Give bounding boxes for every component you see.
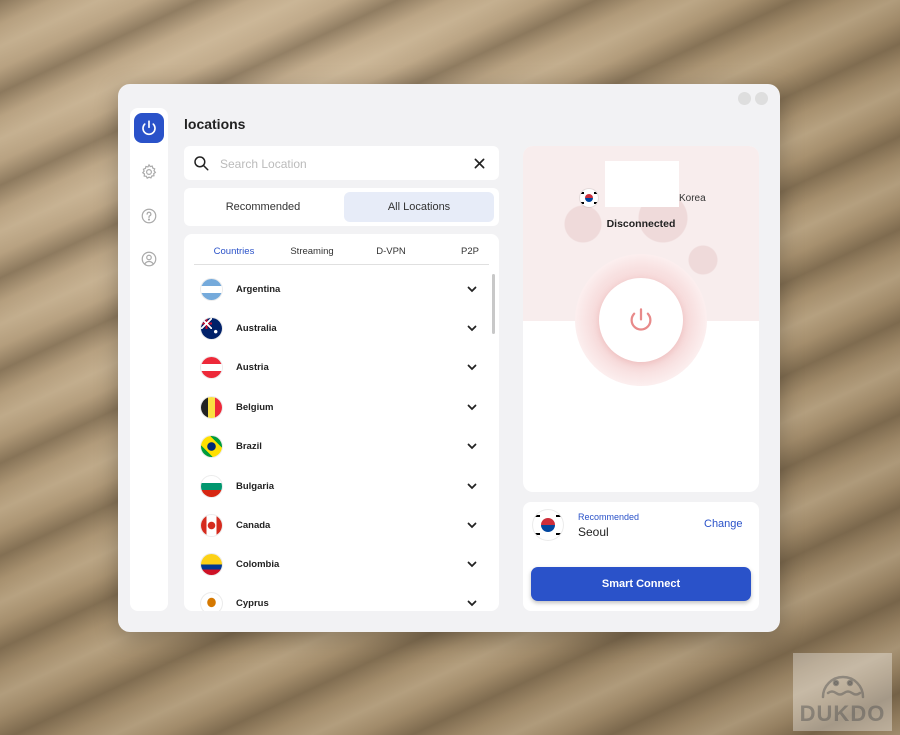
country-name: Colombia bbox=[236, 559, 280, 570]
chevron-down-icon[interactable] bbox=[466, 558, 478, 570]
close-window-button[interactable] bbox=[755, 92, 768, 105]
power-button-glow bbox=[575, 254, 707, 386]
sidebar bbox=[130, 108, 168, 611]
account-icon[interactable] bbox=[134, 244, 164, 274]
help-icon[interactable] bbox=[134, 201, 164, 231]
tab-d-vpn[interactable]: D-VPN bbox=[356, 246, 426, 257]
watermark-text: DUKDO bbox=[799, 701, 886, 726]
korea-flag-icon bbox=[533, 510, 563, 540]
chevron-down-icon[interactable] bbox=[466, 440, 478, 452]
country-name: Belgium bbox=[236, 402, 274, 413]
country-name: Bulgaria bbox=[236, 481, 275, 492]
tab-p2p[interactable]: P2P bbox=[435, 246, 499, 257]
tab-recommended[interactable]: Recommended bbox=[188, 192, 338, 222]
list-scrollbar[interactable] bbox=[492, 274, 495, 334]
chevron-down-icon[interactable] bbox=[466, 401, 478, 413]
close-icon[interactable] bbox=[474, 158, 485, 169]
recommended-label: Recommended bbox=[578, 512, 640, 522]
redacted-ip bbox=[605, 161, 679, 207]
connection-status: Disconnected bbox=[606, 218, 676, 230]
austria-flag-icon bbox=[201, 357, 222, 378]
cyprus-flag-icon bbox=[201, 593, 222, 611]
country-row-argentina[interactable]: Argentina bbox=[184, 272, 484, 308]
country-name: Brazil bbox=[236, 441, 262, 452]
search-box bbox=[184, 146, 499, 180]
vpn-app-window: locations Recommended All Locations Coun… bbox=[118, 84, 780, 632]
power-icon[interactable] bbox=[134, 113, 164, 143]
colombia-flag-icon bbox=[201, 554, 222, 575]
connection-status-card: Korea Disconnected bbox=[523, 146, 759, 492]
korea-flag-icon bbox=[580, 189, 598, 207]
tab-all-locations[interactable]: All Locations bbox=[344, 192, 494, 222]
location-list-panel: Countries Streaming D-VPN P2P Argentina … bbox=[184, 234, 499, 611]
belgium-flag-icon bbox=[201, 397, 222, 418]
country-row-colombia[interactable]: Colombia bbox=[184, 547, 484, 583]
chevron-down-icon[interactable] bbox=[466, 361, 478, 373]
country-row-bulgaria[interactable]: Bulgaria bbox=[184, 469, 484, 505]
page-title: locations bbox=[184, 116, 246, 132]
country-name: Australia bbox=[236, 323, 277, 334]
current-location: Korea bbox=[679, 193, 706, 204]
gear-icon[interactable] bbox=[134, 157, 164, 187]
chevron-down-icon[interactable] bbox=[466, 283, 478, 295]
argentina-flag-icon bbox=[201, 279, 222, 300]
chevron-down-icon[interactable] bbox=[466, 322, 478, 334]
watermark-logo: DUKDO bbox=[793, 653, 892, 731]
minimize-button[interactable] bbox=[738, 92, 751, 105]
tab-streaming[interactable]: Streaming bbox=[277, 246, 347, 257]
canada-flag-icon bbox=[201, 515, 222, 536]
search-icon bbox=[194, 156, 209, 171]
country-name: Cyprus bbox=[236, 598, 269, 609]
power-icon bbox=[630, 308, 652, 331]
country-name: Canada bbox=[236, 520, 271, 531]
country-name: Austria bbox=[236, 362, 269, 373]
category-tabs: Countries Streaming D-VPN P2P bbox=[194, 242, 489, 265]
brazil-flag-icon bbox=[201, 436, 222, 457]
country-name: Argentina bbox=[236, 284, 281, 295]
country-row-belgium[interactable]: Belgium bbox=[184, 390, 484, 426]
bulgaria-flag-icon bbox=[201, 476, 222, 497]
location-mode-toggle: Recommended All Locations bbox=[184, 188, 499, 226]
chevron-down-icon[interactable] bbox=[466, 519, 478, 531]
change-location-link[interactable]: Change bbox=[704, 518, 743, 530]
chevron-down-icon[interactable] bbox=[466, 597, 478, 609]
chevron-down-icon[interactable] bbox=[466, 480, 478, 492]
country-row-brazil[interactable]: Brazil bbox=[184, 429, 484, 465]
recommended-server-card: Recommended Seoul Change Smart Connect bbox=[523, 502, 759, 611]
smart-connect-button[interactable]: Smart Connect bbox=[531, 567, 751, 601]
country-row-canada[interactable]: Canada bbox=[184, 508, 484, 544]
australia-flag-icon bbox=[201, 318, 222, 339]
tab-countries[interactable]: Countries bbox=[199, 246, 269, 257]
country-row-austria[interactable]: Austria bbox=[184, 350, 484, 386]
country-row-cyprus[interactable]: Cyprus bbox=[184, 586, 484, 611]
recommended-city: Seoul bbox=[578, 525, 609, 539]
search-input[interactable] bbox=[218, 154, 462, 174]
connect-power-button[interactable] bbox=[599, 278, 683, 362]
country-row-australia[interactable]: Australia bbox=[184, 311, 484, 347]
